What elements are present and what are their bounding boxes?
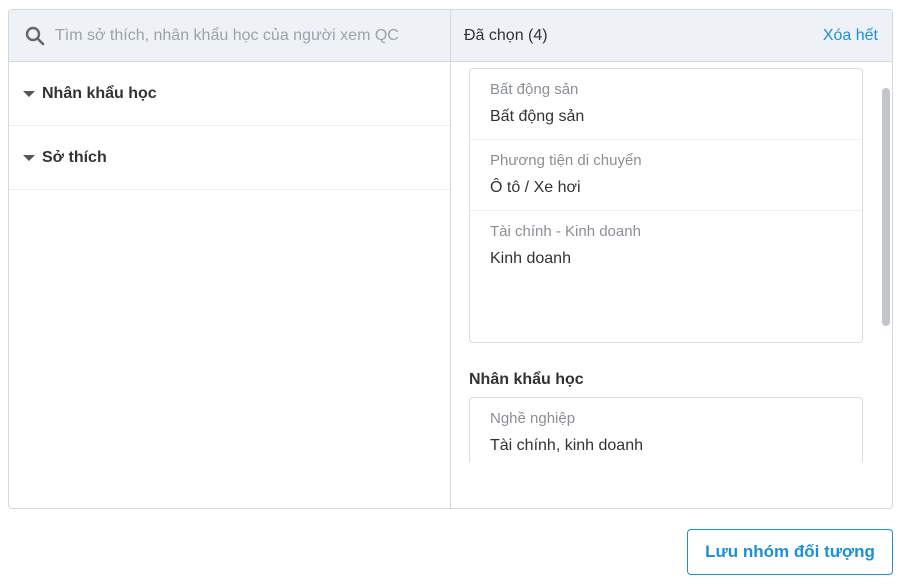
- category-interests[interactable]: Sở thích: [9, 126, 450, 190]
- selected-item[interactable]: Tài chính - Kinh doanh Kinh doanh: [470, 211, 862, 281]
- category-label: Nhân khẩu học: [42, 84, 157, 102]
- clear-all-link[interactable]: Xóa hết: [823, 27, 878, 45]
- scrollbar[interactable]: [880, 63, 892, 508]
- selected-panel: Đã chọn (4) Xóa hết Bất động sản Bất độn…: [451, 10, 892, 508]
- selected-card: Bất động sản Bất động sản Phương tiện di…: [469, 68, 863, 343]
- caret-down-icon: [23, 90, 35, 97]
- search-bar: [9, 10, 450, 62]
- item-category: Nghề nghiệp: [490, 410, 576, 427]
- item-category: Tài chính - Kinh doanh: [490, 223, 641, 240]
- selected-list[interactable]: Bất động sản Bất động sản Phương tiện di…: [451, 63, 892, 462]
- audience-picker-panel: Nhân khẩu học Sở thích Đã chọn (4) Xóa h…: [8, 9, 893, 509]
- category-demographics[interactable]: Nhân khẩu học: [9, 62, 450, 126]
- item-category: Phương tiện di chuyển: [490, 152, 642, 169]
- selected-card: Nghề nghiệp Tài chính, kinh doanh: [469, 397, 863, 462]
- category-label: Sở thích: [42, 148, 107, 166]
- category-browser: Nhân khẩu học Sở thích: [9, 10, 451, 508]
- selected-item[interactable]: Bất động sản Bất động sản: [470, 69, 862, 140]
- item-value: Bất động sản: [490, 108, 585, 125]
- item-value: Ô tô / Xe hơi: [490, 179, 581, 196]
- item-category: Bất động sản: [490, 81, 579, 98]
- group-heading-demographics: Nhân khẩu học: [469, 371, 584, 388]
- item-value: Kinh doanh: [490, 250, 571, 267]
- save-audience-button[interactable]: Lưu nhóm đối tượng: [687, 529, 893, 575]
- search-input[interactable]: [55, 26, 425, 45]
- selected-header: Đã chọn (4) Xóa hết: [451, 10, 892, 62]
- selected-item[interactable]: Nghề nghiệp Tài chính, kinh doanh: [470, 398, 862, 462]
- item-value: Tài chính, kinh doanh: [490, 437, 643, 454]
- scrollbar-thumb[interactable]: [882, 88, 890, 326]
- selected-count-title: Đã chọn (4): [464, 26, 548, 44]
- search-icon: [25, 26, 45, 45]
- caret-down-icon: [23, 154, 35, 161]
- selected-item[interactable]: Phương tiện di chuyển Ô tô / Xe hơi: [470, 140, 862, 211]
